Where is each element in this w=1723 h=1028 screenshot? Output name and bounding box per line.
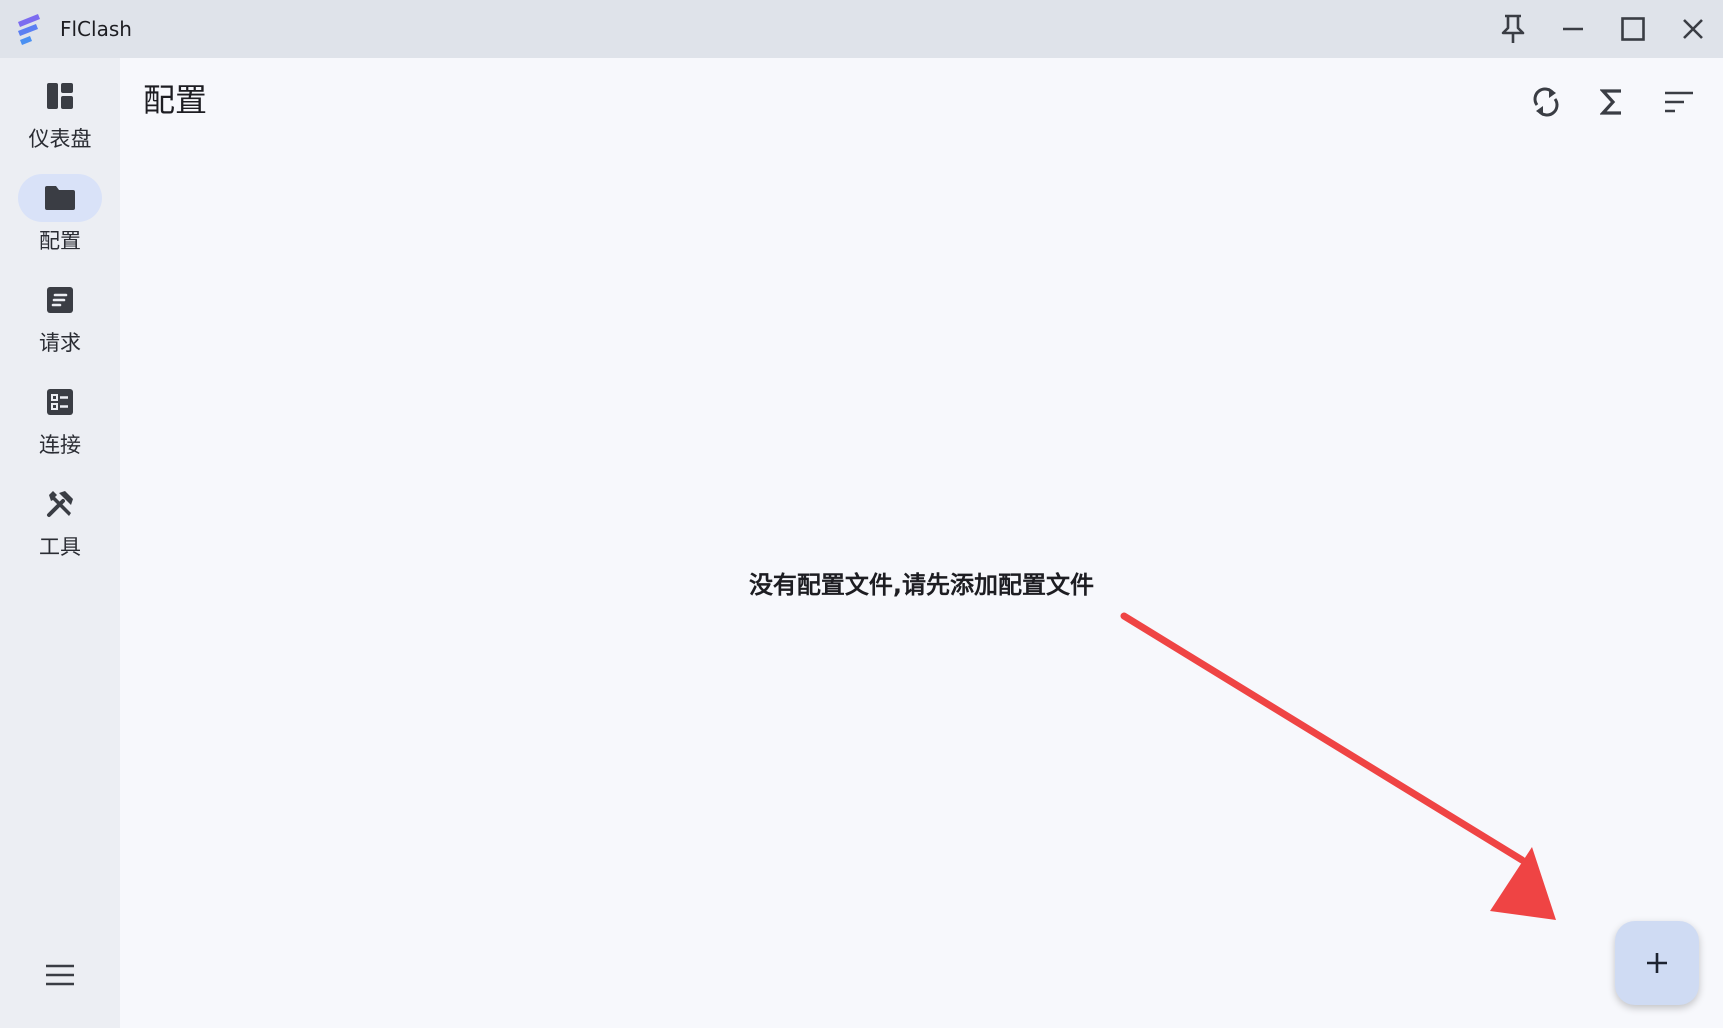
dashboard-icon [47,83,73,109]
sync-button[interactable] [1520,76,1572,128]
menu-icon [46,964,74,986]
sidebar-item-label: 请求 [39,331,81,355]
nav-icon-container [18,174,102,222]
sidebar-item-label: 连接 [39,433,81,457]
flclash-logo-icon [18,14,40,45]
nav-icon-container [18,480,102,528]
minimize-button[interactable] [1544,0,1602,58]
maximize-button[interactable] [1604,0,1662,58]
pin-button[interactable] [1484,0,1542,58]
sidebar: 仪表盘 配置 请求 连接 工具 [0,58,120,1028]
sort-icon [1665,91,1693,113]
maximize-icon [1621,17,1645,41]
sidebar-item-requests[interactable]: 请求 [0,276,120,372]
app-title: FlClash [60,17,132,41]
title-bar: FlClash [0,0,1723,58]
sidebar-item-connections[interactable]: 连接 [0,378,120,474]
annotation-arrow-icon [1120,612,1556,920]
folder-icon [45,186,75,210]
sidebar-item-dashboard[interactable]: 仪表盘 [0,72,120,168]
minimize-icon [1563,27,1583,31]
nav-icon-container [18,72,102,120]
close-icon [1683,19,1703,39]
sidebar-item-label: 工具 [39,535,81,559]
page-title: 配置 [143,81,208,119]
sidebar-item-label: 仪表盘 [28,127,92,151]
requests-icon [47,287,73,313]
app-window: FlClash 仪表盘 配置 请求 连接 工具 配置 没有配置文件,请先添加配置… [0,0,1723,1028]
sidebar-item-profiles[interactable]: 配置 [0,174,120,270]
plus-icon [1647,953,1667,973]
statistics-button[interactable] [1586,76,1638,128]
menu-button[interactable] [36,951,84,999]
close-button[interactable] [1664,0,1722,58]
nav-icon-container [18,276,102,324]
sidebar-item-tools[interactable]: 工具 [0,480,120,576]
sort-button[interactable] [1653,76,1705,128]
sigma-icon [1600,89,1621,115]
tools-icon [47,491,73,517]
sync-icon [1533,87,1559,117]
empty-state-message: 没有配置文件,请先添加配置文件 [748,571,1095,599]
sidebar-item-label: 配置 [39,229,81,253]
main-content: 配置 没有配置文件,请先添加配置文件 [120,58,1723,1028]
nav-icon-container [18,378,102,426]
add-profile-button[interactable] [1615,921,1699,1005]
pin-icon [1501,14,1525,43]
connections-icon [47,389,73,415]
